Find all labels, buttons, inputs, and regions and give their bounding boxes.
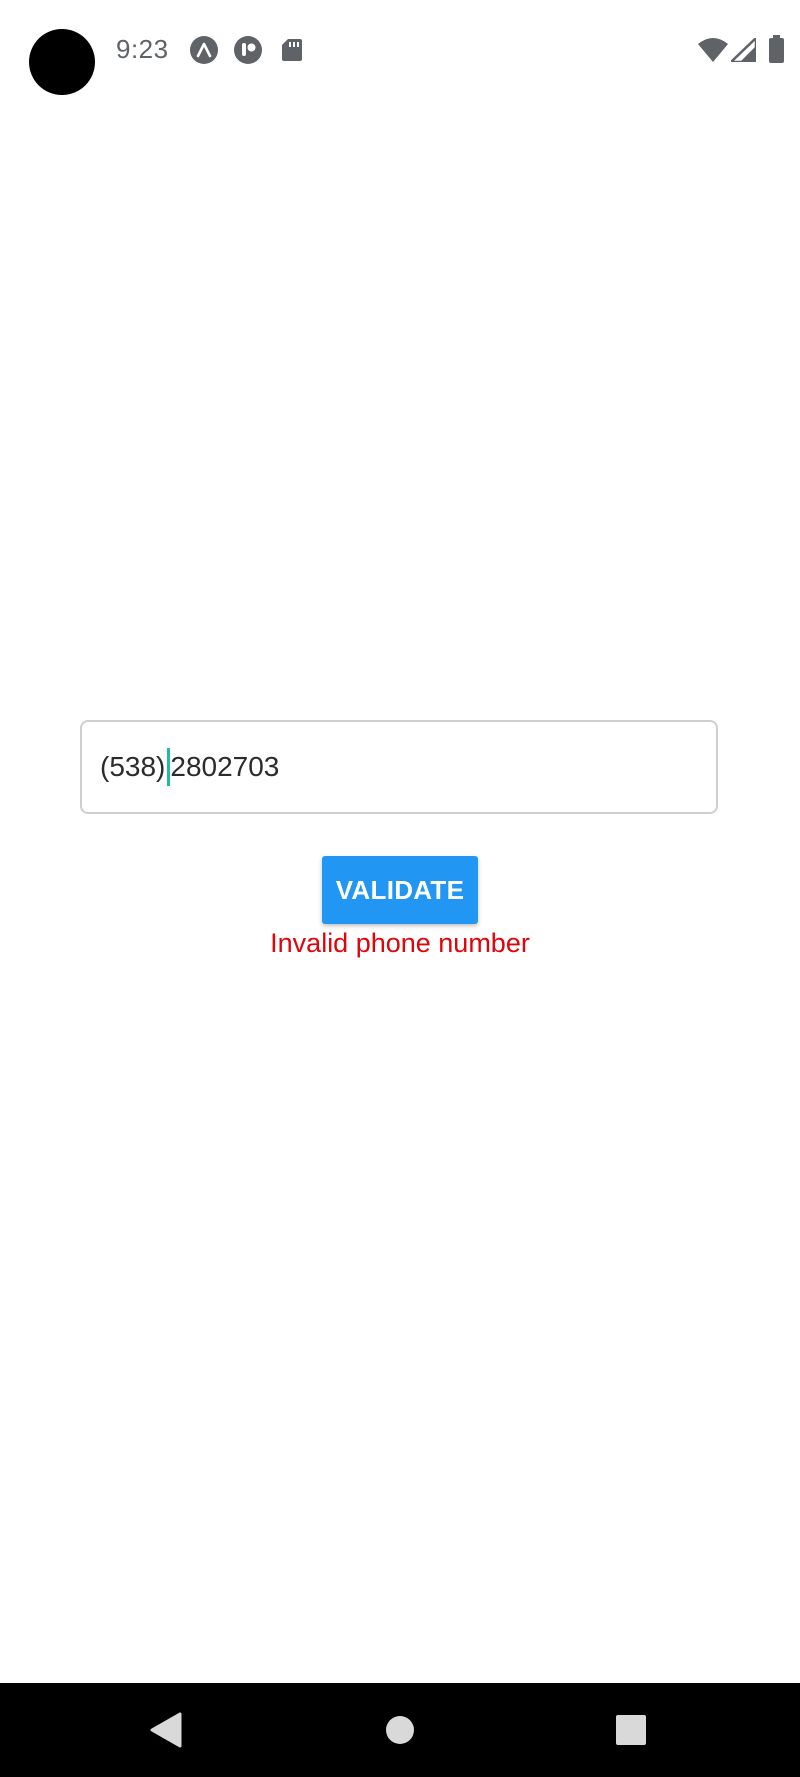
battery-icon [769, 35, 784, 63]
home-circle-icon [386, 1716, 414, 1744]
navigation-bar [0, 1683, 800, 1777]
camera-cutout [29, 29, 95, 95]
status-bar: 9:23 [0, 0, 800, 100]
back-triangle-icon [150, 1712, 182, 1748]
phone-input-text-before-caret: (538) [100, 751, 166, 782]
status-clock: 9:23 [116, 34, 169, 64]
phone-input-text-after-caret: 2802703 [170, 751, 280, 782]
app-notification-icon [234, 36, 262, 64]
signal-icon [731, 38, 756, 62]
expo-go-icon [190, 36, 218, 64]
phone-input[interactable]: (538) 2802703 [80, 720, 718, 814]
error-message: Invalid phone number [270, 928, 530, 958]
recents-square-icon [616, 1715, 646, 1745]
back-button[interactable] [130, 1683, 202, 1777]
recents-button[interactable] [595, 1683, 667, 1777]
validate-button[interactable]: VALIDATE [322, 856, 478, 924]
wifi-icon [698, 38, 728, 62]
sd-card-icon [282, 39, 302, 61]
home-button[interactable] [364, 1683, 436, 1777]
